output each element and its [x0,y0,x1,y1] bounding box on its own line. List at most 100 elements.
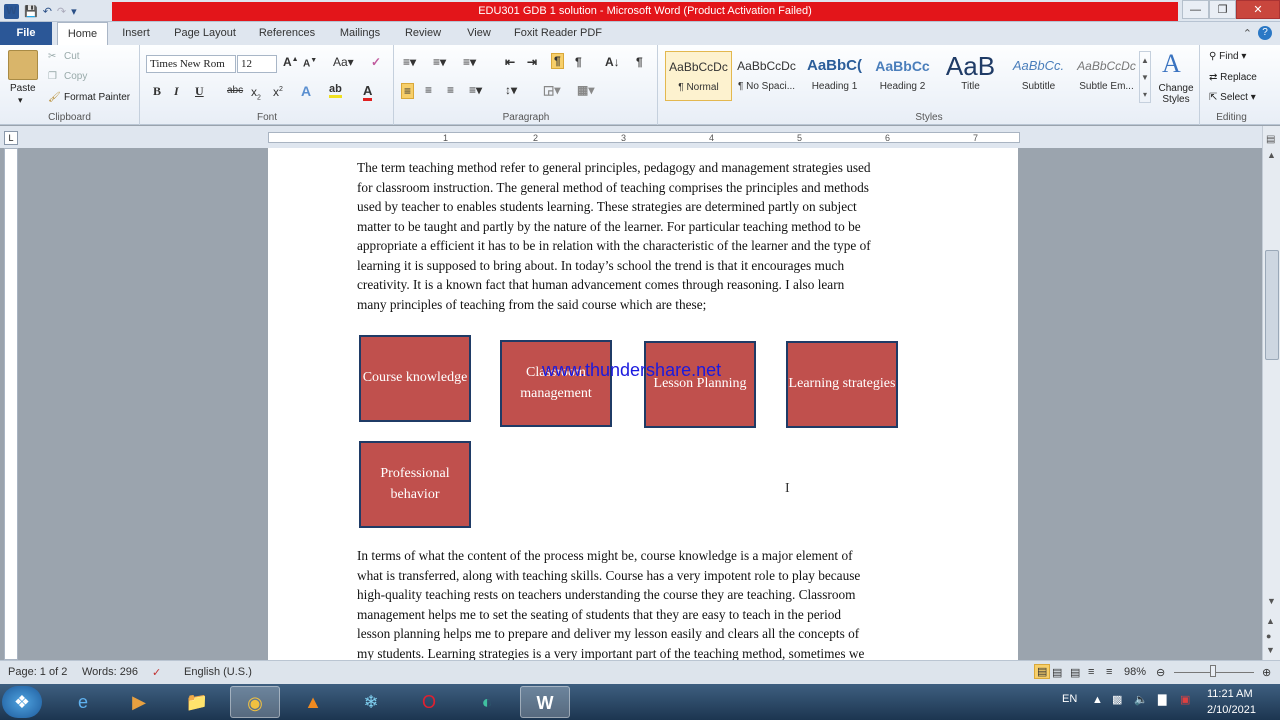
style-heading-1[interactable]: AaBbC(Heading 1 [801,51,868,101]
find-button[interactable]: ⚲ Find ▾ [1209,51,1246,62]
increase-indent-icon[interactable]: ⇥ [527,55,537,69]
outline-icon[interactable]: ≡ [1088,666,1094,678]
cut-button[interactable]: Cut [64,51,80,62]
help-icon[interactable]: ? [1258,26,1272,40]
previous-page-icon[interactable]: ▲ [1266,616,1275,626]
internet-explorer-icon[interactable]: e [58,686,108,718]
tab-foxit-reader-pdf[interactable]: Foxit Reader PDF [510,22,606,45]
proofing-icon[interactable]: ✓ [152,666,161,679]
align-left-icon[interactable]: ≡ [401,83,415,99]
word-taskbar-icon[interactable]: W [520,686,570,718]
text-effects-icon[interactable]: A [301,83,311,99]
underline-icon[interactable]: U [195,84,204,99]
tab-home[interactable]: Home [57,22,108,45]
language-indicator[interactable]: English (U.S.) [184,666,252,678]
styles-scroll-control[interactable]: ▲ ▼ ▾ [1139,51,1151,103]
word-count[interactable]: Words: 296 [82,666,138,678]
tab-selector-icon[interactable]: L [4,131,18,145]
strikethrough-icon[interactable]: abc [227,85,243,96]
snowflake-app-icon[interactable]: ❄ [346,686,396,718]
vertical-ruler[interactable] [4,148,18,660]
tab-mailings[interactable]: Mailings [332,22,388,45]
word-app-icon[interactable]: W [4,3,19,19]
numbering-icon[interactable]: ≡▾ [433,55,446,69]
tab-review[interactable]: Review [398,22,448,45]
clock-date[interactable]: 2/10/2021 [1207,704,1256,716]
style-subtle-emphasis[interactable]: AaBbCcDc Subtle Em... [1073,51,1140,101]
close-button[interactable]: ✕ [1236,0,1280,19]
print-layout-icon[interactable]: ▤ [1034,664,1051,679]
grow-font-icon[interactable]: A▲ [283,55,299,69]
font-size-select[interactable]: 12 [237,55,277,73]
box-lesson-planning[interactable]: Lesson Planning [644,341,756,428]
signal-icon[interactable]: ▇ [1158,693,1166,706]
battery-icon[interactable]: ▣ [1180,693,1190,706]
paste-icon[interactable] [8,50,38,80]
redo-icon[interactable]: ↷ [57,5,66,18]
line-spacing-icon[interactable]: ↕▾ [505,83,517,97]
restore-button[interactable]: ❐ [1209,0,1236,19]
paste-dropdown-icon[interactable]: ▾ [18,95,23,106]
scroll-down-icon[interactable]: ▼ [1267,596,1276,606]
zoom-out-icon[interactable]: ⊖ [1156,666,1165,679]
box-classroom-management[interactable]: Classroom management [500,340,612,427]
scroll-up-icon[interactable]: ▲ [1267,150,1276,160]
show-formatting-icon[interactable]: ¶ [636,55,643,69]
italic-icon[interactable]: I [174,84,179,99]
replace-button[interactable]: ⇄ Replace [1209,72,1257,83]
zoom-in-icon[interactable]: ⊕ [1262,666,1271,679]
align-right-icon[interactable]: ≡ [447,83,454,97]
document-page[interactable]: The term teaching method refer to genera… [268,148,1018,660]
tab-view[interactable]: View [458,22,500,45]
style-title[interactable]: AaB Title [937,51,1004,101]
box-course-knowledge[interactable]: Course knowledge [359,335,471,422]
font-color-icon[interactable]: A [363,83,373,101]
edge-icon[interactable]: ◐ [462,686,512,718]
vertical-scrollbar[interactable]: ▤ ▲ ▼ ▲ ● ▼ [1262,126,1280,660]
ltr-icon[interactable]: ¶ [551,53,564,69]
change-styles-button[interactable]: Change Styles [1156,83,1196,105]
minimize-button[interactable]: — [1182,0,1209,19]
tab-insert[interactable]: Insert [112,22,160,45]
shrink-font-icon[interactable]: A▼ [303,57,317,69]
zoom-slider-thumb[interactable] [1210,665,1216,677]
superscript-icon[interactable]: x2 [273,85,283,99]
format-painter-button[interactable]: Format Painter [64,92,130,103]
web-layout-icon[interactable]: ▤ [1070,666,1080,679]
tab-page-layout[interactable]: Page Layout [168,22,242,45]
tab-references[interactable]: References [252,22,322,45]
justify-icon[interactable]: ≡▾ [469,83,482,97]
sort-icon[interactable]: A↓ [605,55,620,69]
opera-icon[interactable]: O [404,686,454,718]
next-page-icon[interactable]: ▼ [1266,645,1275,655]
bold-icon[interactable]: B [153,84,161,99]
change-case-icon[interactable]: Aa▾ [333,55,354,69]
subscript-icon[interactable]: x2 [251,85,261,101]
zoom-level[interactable]: 98% [1124,666,1146,678]
font-name-select[interactable]: Times New Rom [146,55,236,73]
customize-qat-icon[interactable]: ▾ [71,5,77,18]
start-button[interactable]: ❖ [2,686,42,718]
paste-button[interactable]: Paste [10,83,36,94]
style-normal[interactable]: AaBbCcDc ¶ Normal [665,51,732,101]
style-subtitle[interactable]: AaBbCc. Subtitle [1005,51,1072,101]
view-ruler-icon[interactable]: ▤ [1266,134,1275,145]
multilevel-list-icon[interactable]: ≡▾ [463,55,476,69]
undo-icon[interactable]: ↶ [43,5,52,18]
shading-icon[interactable]: ◲▾ [543,83,560,97]
borders-icon[interactable]: ▦▾ [577,83,594,97]
media-player-icon[interactable]: ▶ [114,686,164,718]
minimize-ribbon-icon[interactable]: ⌃ [1243,27,1252,40]
clock-time[interactable]: 11:21 AM [1207,688,1253,700]
vlc-icon[interactable]: ▲ [288,686,338,718]
draft-icon[interactable]: ≡ [1106,666,1112,678]
file-explorer-icon[interactable]: 📁 [172,686,222,718]
style-no-spacing[interactable]: AaBbCcDc ¶ No Spaci... [733,51,800,101]
document-area[interactable]: The term teaching method refer to genera… [20,148,1260,660]
copy-button[interactable]: Copy [64,71,87,82]
highlight-icon[interactable]: ab [329,83,342,98]
show-hidden-icons-icon[interactable]: ▲ [1092,694,1103,706]
language-tray[interactable]: EN [1062,693,1077,705]
decrease-indent-icon[interactable]: ⇤ [505,55,515,69]
clear-formatting-icon[interactable]: ✓ [371,55,381,69]
